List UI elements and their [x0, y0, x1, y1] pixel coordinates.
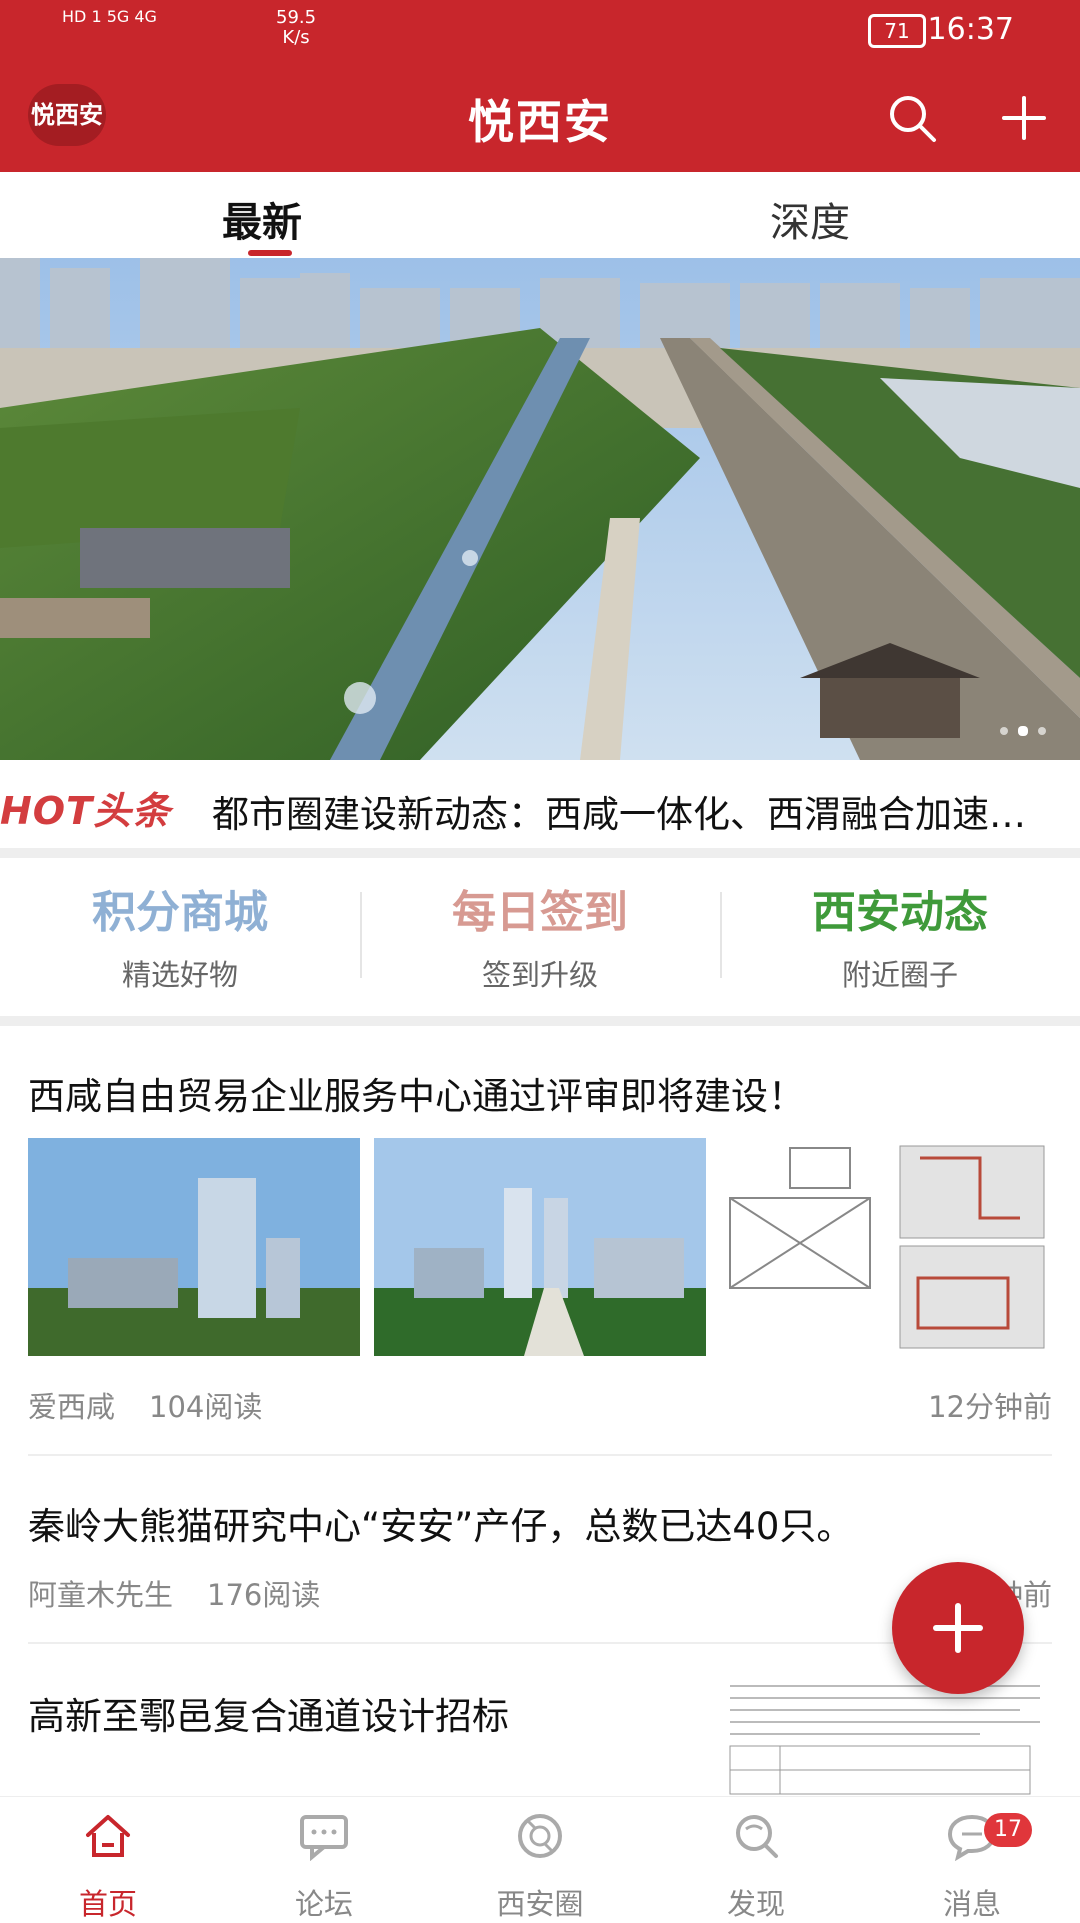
feed-item-author[interactable]: 阿童木先生: [28, 1578, 173, 1612]
quick-entry-subtitle: 签到升级: [481, 958, 598, 992]
bottom-nav: 首页 论坛 西安圈 发现 17 消息: [0, 1796, 1080, 1921]
divider: [28, 1454, 1052, 1456]
create-post-button[interactable]: [892, 1562, 1024, 1694]
carousel-dot[interactable]: [1000, 727, 1008, 735]
battery-indicator: 71: [868, 14, 926, 48]
banner-image: [0, 258, 1080, 760]
feed-item-title[interactable]: 高新至鄠邑复合通道设计招标: [28, 1686, 509, 1740]
unread-badge: 17: [984, 1813, 1032, 1847]
add-icon[interactable]: [996, 90, 1052, 146]
status-time: 16:37: [927, 12, 1014, 47]
hot-badge: HOT头条: [0, 789, 172, 833]
feed-thumbnail[interactable]: [374, 1138, 706, 1356]
quick-entry-points-mall[interactable]: 积分商城 精选好物: [0, 876, 360, 994]
plus-icon: [933, 1603, 983, 1653]
quick-entries: 积分商城 精选好物 每日签到 签到升级 西安动态 附近圈子: [0, 862, 1080, 1012]
quick-entry-subtitle: 附近圈子: [841, 958, 958, 992]
feed-thumbnail-document[interactable]: [720, 1676, 1052, 1796]
feed-item-author[interactable]: 爱西咸: [28, 1390, 115, 1424]
discover-icon: [736, 1815, 778, 1858]
nav-discover[interactable]: 发现: [648, 1797, 864, 1921]
nav-label: 消息: [942, 1887, 1001, 1921]
nav-label: 论坛: [294, 1887, 353, 1921]
nav-label: 西安圈: [496, 1887, 584, 1921]
carousel-dot-active[interactable]: [1018, 726, 1028, 736]
content-tabs: 最新 深度: [0, 172, 1080, 258]
nav-forum[interactable]: 论坛: [216, 1797, 432, 1921]
banner-carousel[interactable]: [0, 258, 1080, 760]
top-bar: HD 1 5G 4G 59.5 K/s 71 16:37 悦西安 悦西安: [0, 0, 1080, 172]
nav-label: 首页: [78, 1887, 137, 1921]
separator: [0, 848, 1080, 858]
feed-item-time: 12分钟前: [928, 1390, 1052, 1424]
quick-entry-subtitle: 精选好物: [121, 958, 238, 992]
quick-entry-title: 积分商城: [92, 887, 268, 938]
nav-home[interactable]: 首页: [0, 1797, 216, 1921]
tab-underline: [248, 250, 292, 256]
circle-icon: [518, 1814, 562, 1858]
nav-xian-circle[interactable]: 西安圈: [432, 1797, 648, 1921]
nav-messages[interactable]: 17 消息: [864, 1797, 1080, 1921]
feed-item-reads: 104阅读: [149, 1390, 263, 1424]
forum-icon: [300, 1815, 348, 1861]
feed-item-title[interactable]: 西咸自由贸易企业服务中心通过评审即将建设！: [28, 1066, 805, 1120]
feed-item-reads: 176阅读: [207, 1578, 321, 1612]
separator: [0, 1016, 1080, 1026]
quick-entry-title: 每日签到: [452, 887, 628, 938]
feed-thumbnail[interactable]: [28, 1138, 360, 1356]
tab-depth[interactable]: 深度: [770, 190, 850, 248]
hot-headline[interactable]: 都市圈建设新动态：西咸一体化、西渭融合加速推进: [212, 784, 1052, 838]
home-icon: [86, 1815, 130, 1857]
carousel-dots: [1000, 726, 1046, 736]
hot-headline-row[interactable]: HOT头条 都市圈建设新动态：西咸一体化、西渭融合加速推进: [0, 770, 1080, 842]
quick-entry-title: 西安动态: [812, 887, 988, 938]
nav-label: 发现: [726, 1887, 785, 1921]
carousel-dot[interactable]: [1038, 727, 1046, 735]
quick-entry-daily-checkin[interactable]: 每日签到 签到升级: [360, 876, 720, 994]
tab-latest[interactable]: 最新: [222, 190, 302, 248]
feed-thumbnail[interactable]: [720, 1138, 1052, 1356]
feed-item-meta: 爱西咸 104阅读: [28, 1384, 262, 1426]
quick-entry-xian-news[interactable]: 西安动态 附近圈子: [720, 876, 1080, 994]
feed-item-title[interactable]: 秦岭大熊猫研究中心“安安”产仔，总数已达40只。: [28, 1496, 853, 1550]
network-speed: 59.5 K/s: [276, 7, 317, 48]
search-icon[interactable]: [886, 92, 938, 144]
feed-item-meta: 阿童木先生 176阅读: [28, 1572, 320, 1614]
status-bar: HD 1 5G 4G 59.5 K/s 71 16:37: [0, 0, 1080, 62]
network-status: HD 1 5G 4G: [62, 7, 157, 26]
